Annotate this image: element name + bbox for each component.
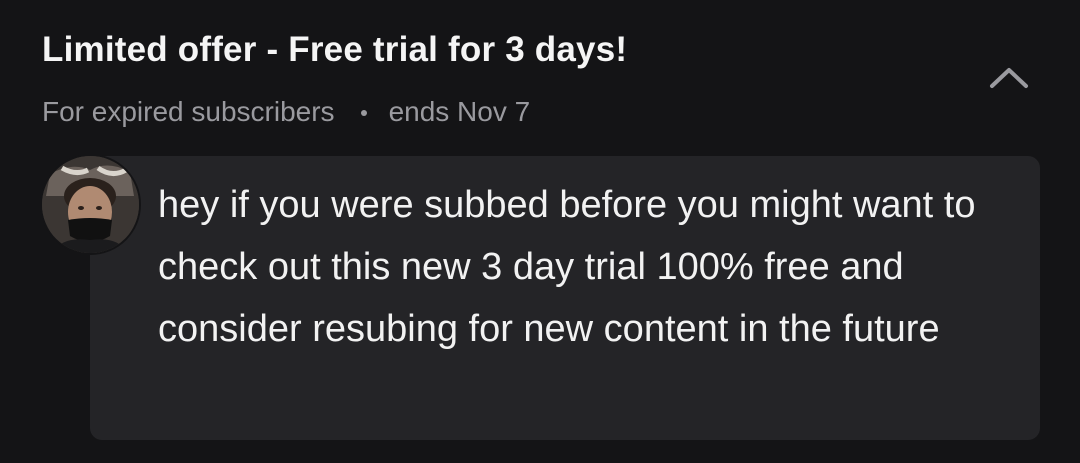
- offer-meta: For expired subscribers ends Nov 7: [42, 96, 530, 128]
- offer-card: Limited offer - Free trial for 3 days! F…: [0, 0, 1080, 463]
- collapse-button[interactable]: [984, 58, 1034, 94]
- offer-audience: For expired subscribers: [42, 96, 335, 127]
- offer-expiry: ends Nov 7: [388, 96, 531, 127]
- user-avatar-icon: [42, 156, 139, 253]
- avatar[interactable]: [42, 156, 139, 253]
- offer-title: Limited offer - Free trial for 3 days!: [42, 30, 628, 69]
- message-text: hey if you were subbed before you might …: [158, 184, 976, 350]
- chevron-up-icon: [990, 68, 1028, 88]
- dot-separator-icon: [360, 110, 367, 116]
